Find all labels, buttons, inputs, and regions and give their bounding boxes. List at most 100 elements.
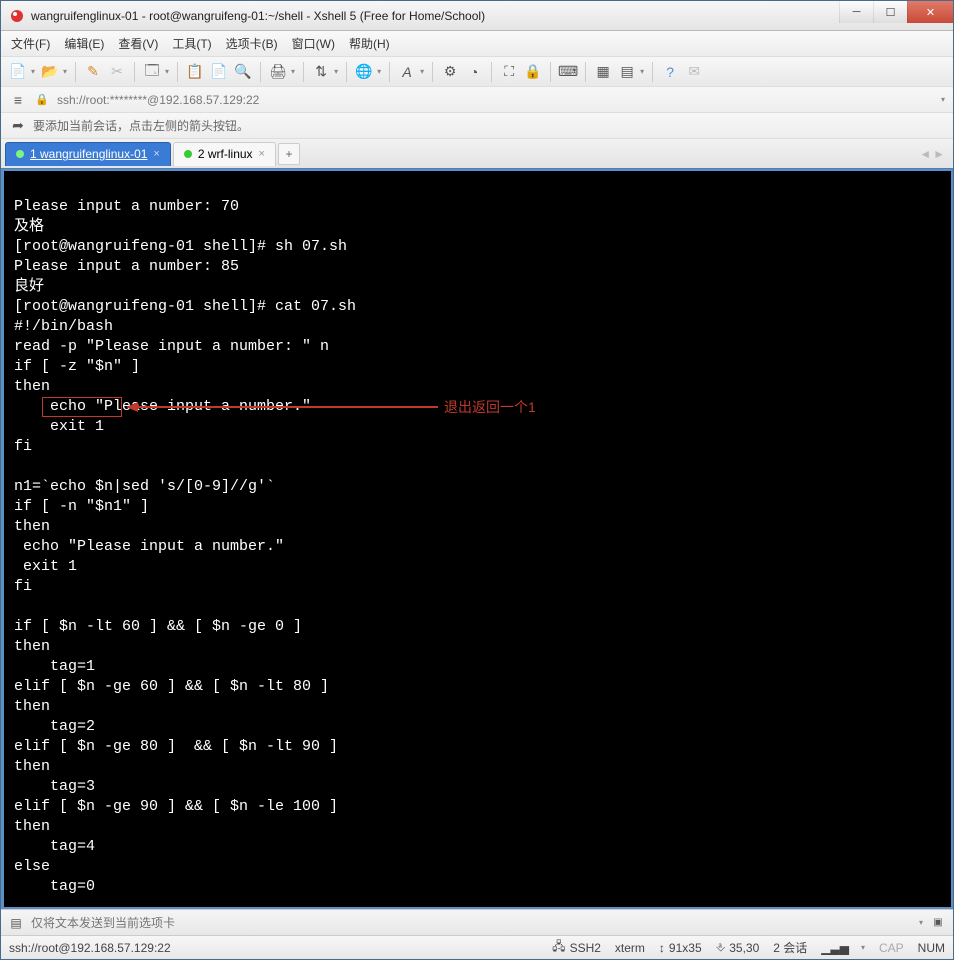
menubar: 文件(F) 编辑(E) 查看(V) 工具(T) 选项卡(B) 窗口(W) 帮助(…: [1, 31, 953, 57]
compose-icon[interactable]: ✉: [685, 63, 703, 81]
term-line: Please input a number: 85: [14, 258, 239, 275]
toolbar: 📄▾ 📂▾ ✎ ✂ 🗔▾ 📋 📄 🔍 🖨▾ ⇅▾ 🌐▾ A▾ ⚙ ◔ ⛶ 🔒 ⌨…: [1, 57, 953, 87]
compose-dropdown[interactable]: ▾: [919, 918, 923, 927]
close-button[interactable]: ✕: [907, 1, 953, 23]
separator: [491, 62, 492, 82]
tab-close-icon[interactable]: ×: [153, 148, 159, 160]
term-line: elif [ $n -ge 60 ] && [ $n -lt 80 ]: [14, 678, 329, 695]
tab-prev-icon[interactable]: ◄: [919, 147, 931, 161]
add-tab-button[interactable]: +: [278, 143, 300, 165]
maximize-button[interactable]: ☐: [873, 1, 907, 23]
term-line: read -p "Please input a number: " n: [14, 338, 329, 355]
term-line: n1=`echo $n|sed 's/[0-9]//g'`: [14, 478, 275, 495]
fullscreen-icon[interactable]: ⛶: [500, 63, 518, 81]
lock-small-icon: 🔒: [33, 91, 51, 109]
font-icon[interactable]: A: [398, 63, 416, 81]
term-line: fi: [14, 438, 32, 455]
separator: [75, 62, 76, 82]
term-line: tag=1: [14, 658, 95, 675]
tile-icon[interactable]: ▦: [594, 63, 612, 81]
tab-label: 2 wrf-linux: [198, 147, 253, 161]
cursor-icon: ⎀: [716, 940, 726, 955]
script-icon[interactable]: ⚙: [441, 63, 459, 81]
separator: [177, 62, 178, 82]
xagent-icon[interactable]: ◔: [465, 63, 483, 81]
address-text[interactable]: ssh://root:********@192.168.57.129:22: [57, 93, 937, 107]
term-line: then: [14, 818, 50, 835]
new-session-icon[interactable]: 📄: [9, 63, 27, 81]
menu-help[interactable]: 帮助(H): [349, 35, 390, 52]
status-connection: ssh://root@192.168.57.129:22: [9, 941, 538, 955]
session-tab-2[interactable]: 2 wrf-linux ×: [173, 142, 276, 166]
lock-icon[interactable]: 🔒: [524, 63, 542, 81]
status-sessions: 2 会话: [773, 939, 807, 956]
term-line: if [ $n -lt 60 ] && [ $n -ge 0 ]: [14, 618, 302, 635]
properties-icon[interactable]: 🗔: [143, 63, 161, 81]
tab-nav: ◄ ►: [919, 147, 949, 161]
hint-text: 要添加当前会话，点击左侧的箭头按钮。: [33, 117, 249, 134]
term-line: #!/bin/bash: [14, 318, 113, 335]
titlebar[interactable]: wangruifenglinux-01 - root@wangruifeng-0…: [1, 1, 953, 31]
session-manager-icon[interactable]: ≡: [9, 91, 27, 109]
transfer-icon[interactable]: ⇅: [312, 63, 330, 81]
term-line: then: [14, 518, 50, 535]
keyboard-icon[interactable]: ⌨: [559, 63, 577, 81]
hint-bar: ➦ 要添加当前会话，点击左侧的箭头按钮。: [1, 113, 953, 139]
term-line: then: [14, 378, 50, 395]
find-icon[interactable]: 🔍: [234, 63, 252, 81]
paste-icon[interactable]: 📄: [210, 63, 228, 81]
status-signal-icon: ▁▃▅: [821, 941, 849, 955]
disconnect-icon[interactable]: ✂: [108, 63, 126, 81]
tab-close-icon[interactable]: ×: [259, 148, 265, 160]
help-icon[interactable]: ?: [661, 63, 679, 81]
compose-input[interactable]: [31, 916, 915, 930]
address-dropdown[interactable]: ▾: [941, 95, 945, 104]
app-window: wangruifenglinux-01 - root@wangruifeng-0…: [0, 0, 954, 960]
address-bar: ≡ 🔒 ssh://root:********@192.168.57.129:2…: [1, 87, 953, 113]
print-icon[interactable]: 🖨: [269, 63, 287, 81]
separator: [550, 62, 551, 82]
term-line: 及格: [14, 218, 44, 235]
status-dropdown[interactable]: ▾: [861, 943, 865, 952]
menu-tabs[interactable]: 选项卡(B): [226, 35, 278, 52]
globe-icon[interactable]: 🌐: [355, 63, 373, 81]
term-line: fi: [14, 578, 32, 595]
term-line: if [ -z "$n" ]: [14, 358, 140, 375]
minimize-button[interactable]: ─: [839, 1, 873, 23]
term-line: elif [ $n -ge 90 ] && [ $n -le 100 ]: [14, 798, 338, 815]
menu-tools[interactable]: 工具(T): [172, 35, 211, 52]
tab-label: 1 wangruifenglinux-01: [30, 147, 147, 161]
cascade-icon[interactable]: ▤: [618, 63, 636, 81]
statusbar: ssh://root@192.168.57.129:22 🖧SSH2 xterm…: [1, 935, 953, 959]
term-line: exit 1: [14, 558, 77, 575]
term-line: tag=0: [14, 878, 95, 895]
status-cursor: ⎀35,30: [716, 940, 760, 955]
app-icon: [9, 8, 25, 24]
term-line: exit 1: [14, 418, 104, 435]
separator: [346, 62, 347, 82]
term-line: 良好: [14, 278, 44, 295]
open-session-icon[interactable]: 📂: [41, 63, 59, 81]
window-title: wangruifenglinux-01 - root@wangruifeng-0…: [31, 9, 839, 23]
separator: [432, 62, 433, 82]
separator: [260, 62, 261, 82]
reconnect-icon[interactable]: ✎: [84, 63, 102, 81]
compose-expand-icon[interactable]: ▣: [929, 914, 947, 932]
copy-icon[interactable]: 📋: [186, 63, 204, 81]
menu-edit[interactable]: 编辑(E): [64, 35, 104, 52]
tab-next-icon[interactable]: ►: [933, 147, 945, 161]
menu-view[interactable]: 查看(V): [118, 35, 158, 52]
session-tab-1[interactable]: 1 wangruifenglinux-01 ×: [5, 142, 171, 166]
status-dot-icon: [184, 150, 192, 158]
terminal[interactable]: Please input a number: 70 及格 [root@wangr…: [1, 169, 953, 909]
status-size: ↕91x35: [659, 941, 702, 955]
compose-bar: ▤ ▾ ▣: [1, 909, 953, 935]
menu-window[interactable]: 窗口(W): [292, 35, 335, 52]
menu-file[interactable]: 文件(F): [11, 35, 50, 52]
separator: [585, 62, 586, 82]
separator: [389, 62, 390, 82]
send-mode-icon[interactable]: ▤: [7, 914, 25, 932]
arrow-add-icon[interactable]: ➦: [9, 117, 27, 135]
status-dot-icon: [16, 150, 24, 158]
term-line: [root@wangruifeng-01 shell]# sh 07.sh: [14, 238, 347, 255]
